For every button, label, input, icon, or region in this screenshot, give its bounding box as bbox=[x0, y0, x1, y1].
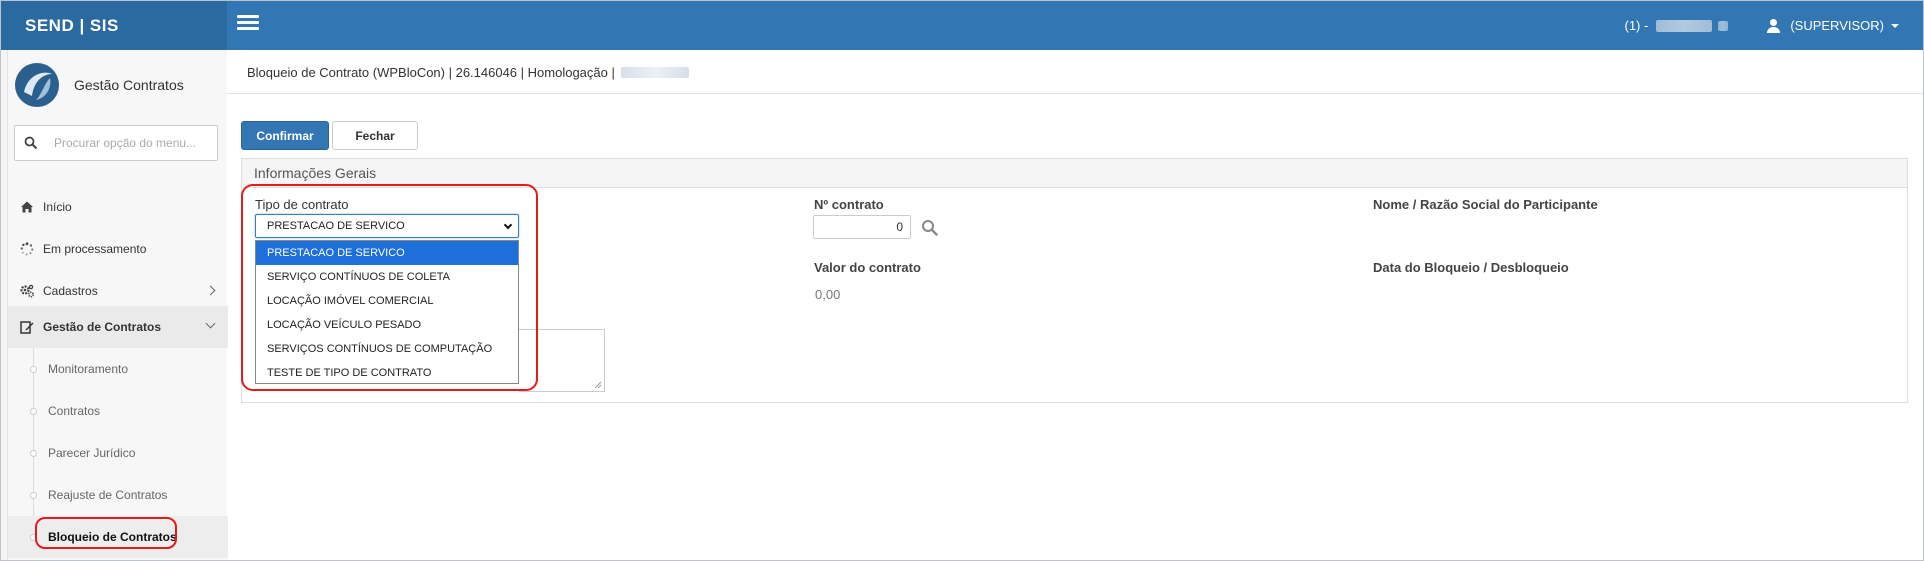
redacted-environment-suffix bbox=[1718, 20, 1729, 31]
dropdown-option[interactable]: PRESTACAO DE SERVICO bbox=[256, 241, 518, 265]
bullet-dot-icon bbox=[30, 492, 37, 499]
submenu-item-parecer-juridico[interactable]: Parecer Jurídico bbox=[8, 432, 228, 474]
menu-search[interactable] bbox=[14, 125, 218, 161]
submenu-item-label: Contratos bbox=[48, 404, 101, 418]
search-icon bbox=[24, 136, 38, 150]
bullet-dot-icon bbox=[30, 534, 37, 541]
spinner-icon bbox=[20, 242, 34, 256]
valor-contrato-label: Valor do contrato bbox=[814, 260, 921, 275]
environment-label: (1) - bbox=[1624, 18, 1649, 33]
breadcrumb-text: Bloqueio de Contrato (WPBloCon) | 26.146… bbox=[247, 65, 615, 80]
resize-grip-icon[interactable] bbox=[594, 381, 602, 389]
tipo-contrato-label: Tipo de contrato bbox=[255, 197, 349, 212]
tipo-contrato-dropdown-list: PRESTACAO DE SERVICO SERVIÇO CONTÍNUOS D… bbox=[255, 240, 519, 384]
sidebar-item-label: Início bbox=[43, 200, 72, 214]
chevron-down-icon bbox=[503, 220, 513, 230]
redacted-breadcrumb-value bbox=[620, 67, 689, 78]
numero-contrato-input[interactable] bbox=[813, 215, 911, 239]
tipo-contrato-selected-value: PRESTACAO DE SERVICO bbox=[267, 220, 405, 232]
gears-icon bbox=[20, 284, 34, 298]
module-name: Gestão Contratos bbox=[74, 77, 184, 93]
redacted-environment-name bbox=[1656, 19, 1713, 32]
breadcrumb: Bloqueio de Contrato (WPBloCon) | 26.146… bbox=[247, 65, 689, 80]
submenu-item-contratos[interactable]: Contratos bbox=[8, 390, 228, 432]
dropdown-option[interactable]: TESTE DE TIPO DE CONTRATO bbox=[256, 361, 518, 385]
submenu-item-label: Parecer Jurídico bbox=[48, 446, 136, 460]
brand-logo-text[interactable]: SEND | SIS bbox=[1, 1, 227, 50]
submenu-item-reajuste-de-contratos[interactable]: Reajuste de Contratos bbox=[8, 474, 228, 516]
submenu-item-monitoramento[interactable]: Monitoramento bbox=[8, 348, 228, 390]
user-menu-label[interactable]: (SUPERVISOR) bbox=[1790, 18, 1884, 33]
numero-contrato-label: Nº contrato bbox=[814, 197, 884, 212]
observacao-textarea[interactable] bbox=[519, 329, 605, 392]
search-icon[interactable] bbox=[921, 219, 938, 236]
valor-contrato-value: 0,00 bbox=[815, 287, 841, 302]
confirm-button[interactable]: Confirmar bbox=[241, 121, 329, 150]
menu-search-input[interactable] bbox=[54, 136, 204, 150]
data-bloqueio-label: Data do Bloqueio / Desbloqueio bbox=[1373, 260, 1569, 275]
sidebar-item-em-processamento[interactable]: Em processamento bbox=[8, 228, 228, 270]
bullet-dot-icon bbox=[30, 450, 37, 457]
bullet-dot-icon bbox=[30, 408, 37, 415]
sidebar-item-inicio[interactable]: Início bbox=[8, 186, 228, 228]
sidebar-panel: Gestão Contratos Início Em processamento bbox=[7, 50, 228, 560]
sidebar-item-label: Em processamento bbox=[43, 242, 147, 256]
chevron-down-icon bbox=[205, 318, 216, 329]
dropdown-option[interactable]: LOCAÇÃO VEÍCULO PESADO bbox=[256, 313, 518, 337]
sidebar-item-label: Gestão de Contratos bbox=[43, 320, 162, 334]
user-icon[interactable] bbox=[1766, 18, 1781, 33]
dropdown-option[interactable]: SERVIÇO CONTÍNUOS DE COLETA bbox=[256, 265, 518, 289]
sidebar-item-label: Cadastros bbox=[43, 284, 98, 298]
hamburger-menu-icon[interactable] bbox=[237, 15, 259, 31]
submenu-item-label: Bloqueio de Contratos bbox=[48, 530, 177, 544]
panel-title: Informações Gerais bbox=[242, 159, 1907, 188]
company-logo-icon bbox=[15, 63, 59, 107]
sidebar: Gestão Contratos Início Em processamento bbox=[1, 50, 228, 560]
chevron-right-icon bbox=[205, 285, 216, 296]
sidebar-item-gestao-de-contratos[interactable]: Gestão de Contratos bbox=[8, 306, 228, 348]
bullet-dot-icon bbox=[30, 366, 37, 373]
home-icon bbox=[21, 201, 33, 213]
caret-down-icon[interactable] bbox=[1891, 23, 1899, 28]
module-header: Gestão Contratos bbox=[14, 62, 184, 108]
close-button[interactable]: Fechar bbox=[332, 121, 418, 150]
submenu-gestao-de-contratos: Monitoramento Contratos Parecer Jurídico… bbox=[8, 348, 228, 558]
tipo-contrato-select[interactable]: PRESTACAO DE SERVICO bbox=[255, 214, 519, 238]
submenu-item-bloqueio-de-contratos[interactable]: Bloqueio de Contratos bbox=[8, 516, 228, 558]
topbar-user-area: (1) - (SUPERVISOR) bbox=[1624, 1, 1899, 50]
dropdown-option[interactable]: SERVIÇOS CONTÍNUOS DE COMPUTAÇÃO bbox=[256, 337, 518, 361]
edit-icon bbox=[20, 321, 34, 334]
nome-participante-label: Nome / Razão Social do Participante bbox=[1373, 197, 1598, 212]
submenu-item-label: Monitoramento bbox=[48, 362, 129, 376]
submenu-item-label: Reajuste de Contratos bbox=[48, 488, 168, 502]
dropdown-option[interactable]: LOCAÇÃO IMÓVEL COMERCIAL bbox=[256, 289, 518, 313]
header-divider bbox=[227, 93, 1923, 94]
top-navbar: SEND | SIS (1) - (SUPERVISOR) bbox=[1, 1, 1923, 50]
